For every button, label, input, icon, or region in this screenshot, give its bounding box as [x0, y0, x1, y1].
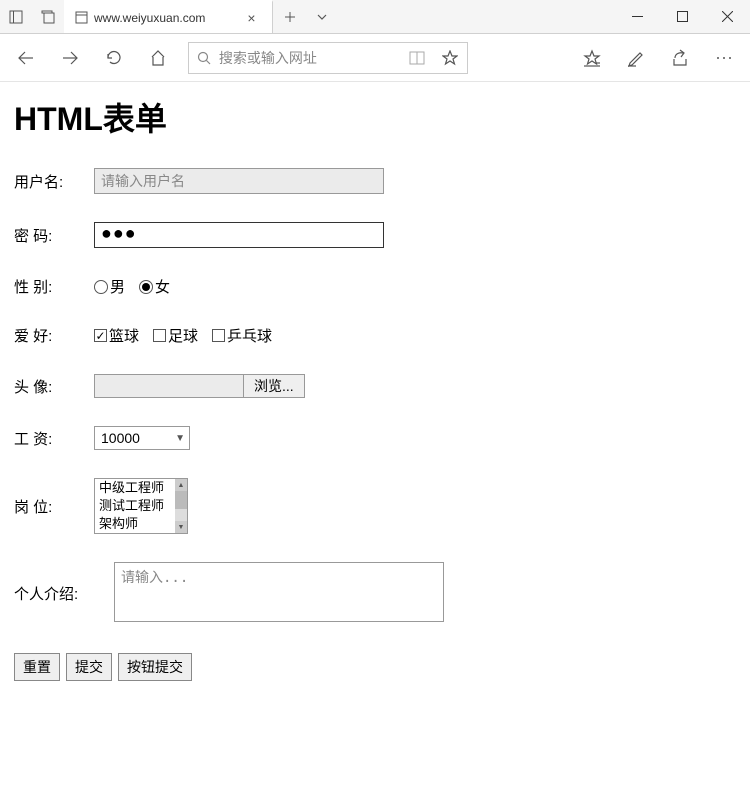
radio-icon: [94, 280, 108, 294]
salary-select[interactable]: 10000 ▼: [94, 426, 190, 450]
file-input-wrap: 浏览...: [94, 374, 305, 398]
position-listbox[interactable]: 中级工程师 测试工程师 架构师 ▲ ▼: [94, 478, 188, 534]
checkbox-icon: [212, 329, 225, 342]
gender-male-label: 男: [110, 276, 125, 297]
window-close-button[interactable]: [705, 0, 750, 33]
submit-button[interactable]: 提交: [66, 653, 112, 681]
position-option[interactable]: 测试工程师: [95, 497, 187, 515]
hobby-check-group: ✓ 篮球 足球 乒乓球: [94, 325, 272, 346]
home-button[interactable]: [136, 34, 180, 81]
password-label: 密 码:: [14, 225, 94, 246]
password-input[interactable]: ●●●: [94, 222, 384, 248]
position-label: 岗 位:: [14, 496, 94, 517]
checkbox-icon: [153, 329, 166, 342]
button-row: 重置 提交 按钮提交: [14, 653, 736, 681]
username-input[interactable]: [94, 168, 384, 194]
intro-textarea[interactable]: [114, 562, 444, 622]
titlebar-left: www.weiyuxuan.com ×: [0, 0, 337, 33]
window-titlebar: www.weiyuxuan.com ×: [0, 0, 750, 34]
hobby-label: 爱 好:: [14, 325, 94, 346]
gender-label: 性 别:: [14, 276, 94, 297]
button-submit-button[interactable]: 按钮提交: [118, 653, 192, 681]
scroll-up-icon[interactable]: ▲: [175, 479, 187, 491]
hobby-football-label: 足球: [168, 325, 198, 346]
username-row: 用户名:: [14, 168, 736, 194]
hobby-row: 爱 好: ✓ 篮球 足球 乒乓球: [14, 325, 736, 346]
search-input[interactable]: [219, 50, 400, 66]
chevron-down-icon: ▼: [175, 433, 185, 444]
more-icon[interactable]: [702, 34, 746, 81]
scroll-down-icon[interactable]: ▼: [175, 521, 187, 533]
hobby-basketball-checkbox[interactable]: ✓ 篮球: [94, 325, 139, 346]
tabs-preview-icon[interactable]: [32, 0, 64, 33]
reset-button[interactable]: 重置: [14, 653, 60, 681]
scroll-thumb[interactable]: [175, 491, 187, 509]
new-tab-button[interactable]: [273, 0, 307, 33]
radio-icon: [139, 280, 153, 294]
hobby-pingpong-label: 乒乓球: [227, 325, 272, 346]
gender-female-label: 女: [155, 276, 170, 297]
hobby-football-checkbox[interactable]: 足球: [153, 325, 198, 346]
tabs-aside-icon[interactable]: [0, 0, 32, 33]
page-heading: HTML表单: [14, 94, 736, 140]
share-icon[interactable]: [658, 34, 702, 81]
gender-male-radio[interactable]: 男: [94, 276, 125, 297]
hobby-basketball-label: 篮球: [109, 325, 139, 346]
checkbox-icon: ✓: [94, 329, 107, 342]
page-content: HTML表单 用户名: 密 码: ●●● 性 别: 男 女 爱 好: ✓ 篮球: [0, 82, 750, 693]
tab-dropdown-icon[interactable]: [307, 0, 337, 33]
avatar-row: 头 像: 浏览...: [14, 374, 736, 398]
browser-tab[interactable]: www.weiyuxuan.com ×: [64, 0, 273, 33]
position-option[interactable]: 中级工程师: [95, 479, 187, 497]
gender-radio-group: 男 女: [94, 276, 170, 297]
position-option[interactable]: 架构师: [95, 515, 187, 533]
forward-button[interactable]: [48, 34, 92, 81]
page-icon: [74, 11, 88, 25]
window-minimize-button[interactable]: [615, 0, 660, 33]
favorite-star-icon[interactable]: [433, 50, 467, 66]
tab-close-icon[interactable]: ×: [241, 10, 261, 26]
file-path-display[interactable]: [94, 374, 244, 398]
salary-row: 工 资: 10000 ▼: [14, 426, 736, 450]
address-search-box: [188, 42, 468, 74]
browser-toolbar: [0, 34, 750, 82]
avatar-label: 头 像:: [14, 376, 94, 397]
position-row: 岗 位: 中级工程师 测试工程师 架构师 ▲ ▼: [14, 478, 736, 534]
gender-row: 性 别: 男 女: [14, 276, 736, 297]
hobby-pingpong-checkbox[interactable]: 乒乓球: [212, 325, 272, 346]
favorites-hub-icon[interactable]: [570, 34, 614, 81]
refresh-button[interactable]: [92, 34, 136, 81]
gender-female-radio[interactable]: 女: [139, 276, 170, 297]
intro-label: 个人介绍:: [14, 583, 94, 604]
notes-icon[interactable]: [614, 34, 658, 81]
listbox-scrollbar[interactable]: ▲ ▼: [175, 479, 187, 533]
salary-label: 工 资:: [14, 428, 94, 449]
file-browse-button[interactable]: 浏览...: [243, 374, 305, 398]
username-label: 用户名:: [14, 171, 94, 192]
tab-title: www.weiyuxuan.com: [94, 11, 235, 25]
search-icon: [189, 51, 219, 65]
salary-selected-value: 10000: [101, 430, 140, 446]
intro-row: 个人介绍:: [14, 562, 736, 625]
reading-view-icon[interactable]: [400, 51, 434, 65]
window-maximize-button[interactable]: [660, 0, 705, 33]
back-button[interactable]: [4, 34, 48, 81]
password-row: 密 码: ●●●: [14, 222, 736, 248]
